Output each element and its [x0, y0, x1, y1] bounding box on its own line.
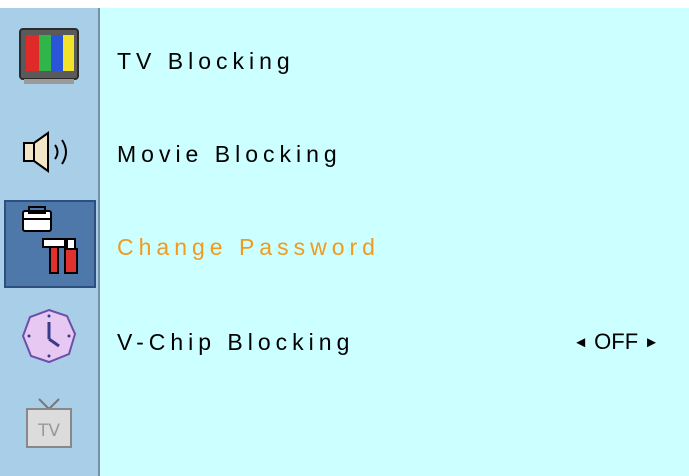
speaker-icon [18, 127, 80, 182]
sidebar-item-input[interactable]: TV [6, 384, 92, 472]
toolbox-icon [15, 205, 85, 284]
sidebar: TV [0, 8, 98, 476]
menu-panel: TV Blocking Movie Blocking Change Passwo… [100, 8, 689, 476]
menu-item-label: TV Blocking [117, 47, 295, 74]
color-bars-icon [18, 25, 80, 92]
menu-item-label: Change Password [117, 233, 380, 260]
sidebar-item-setup[interactable] [4, 200, 96, 288]
osd-screen: TV TV Blocking Movie Blocking Change Pas… [0, 0, 689, 476]
menu-item-change-password[interactable]: Change Password [117, 227, 380, 267]
menu-item-vchip-blocking[interactable]: V-Chip Blocking [117, 322, 354, 362]
menu-item-label: Movie Blocking [117, 140, 342, 167]
vchip-value-selector[interactable]: ◄ OFF ► [567, 322, 665, 362]
clock-icon [19, 306, 79, 371]
sidebar-item-picture[interactable] [6, 14, 92, 102]
sidebar-item-time[interactable] [6, 294, 92, 382]
menu-item-movie-blocking[interactable]: Movie Blocking [117, 134, 342, 174]
menu-item-label: V-Chip Blocking [117, 328, 355, 355]
menu-item-tv-blocking[interactable]: TV Blocking [117, 41, 295, 81]
vchip-value: OFF [594, 329, 639, 354]
tv-icon: TV [19, 395, 79, 462]
svg-text:TV: TV [37, 421, 60, 441]
right-arrow-icon[interactable]: ► [644, 334, 659, 351]
sidebar-item-sound[interactable] [6, 110, 92, 198]
left-arrow-icon[interactable]: ◄ [573, 334, 588, 351]
